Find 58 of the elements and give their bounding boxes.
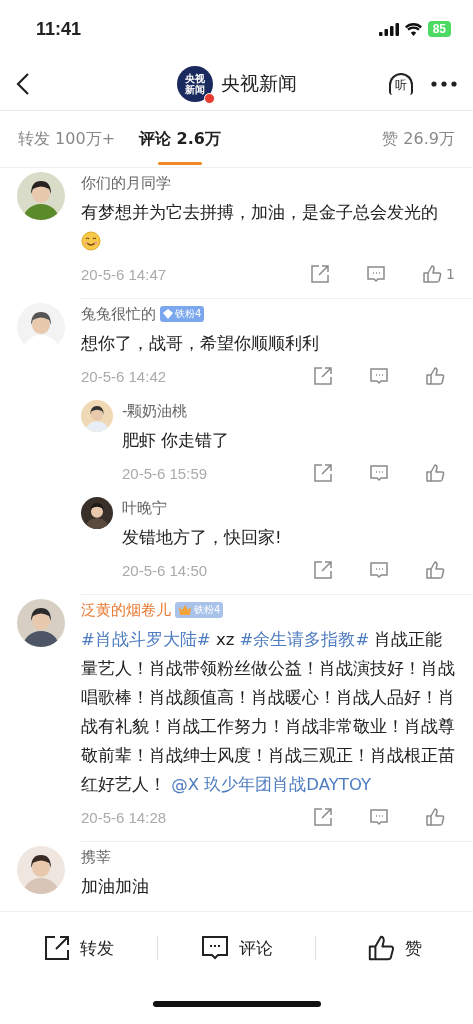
clock-time: 11:41 — [36, 18, 82, 40]
comment-text: 想你了，战哥，希望你顺顺利利 — [81, 333, 320, 355]
user-name[interactable]: -颗奶油桃 — [122, 402, 188, 420]
tab[interactable]: 评论 2.6万 — [139, 114, 221, 164]
comment-text: 有梦想并为它去拼搏，加油，是金子总会发光的 — [81, 198, 455, 256]
crown-icon — [178, 603, 192, 617]
thumbs-up-icon[interactable] — [425, 560, 445, 580]
thumbs-up-icon[interactable] — [425, 463, 445, 483]
comment-icon[interactable] — [369, 366, 389, 386]
comment-text: 发错地方了，快回家! — [122, 527, 283, 549]
user-name[interactable]: 兔兔很忙的 — [81, 303, 156, 325]
like-count: 1 — [446, 266, 455, 282]
like-button[interactable]: 赞 — [316, 933, 473, 963]
battery-indicator: 85 — [427, 21, 451, 37]
share-icon[interactable] — [313, 463, 333, 483]
share-icon — [43, 935, 70, 961]
comment-time: 20-5-6 14:47 — [81, 265, 167, 283]
comment-time: 20-5-6 14:42 — [81, 367, 167, 385]
user-name[interactable]: 携莘 — [81, 846, 111, 868]
comment-icon[interactable] — [369, 463, 389, 483]
comment-text: 加油加油 — [81, 876, 150, 898]
comment-button[interactable]: 评论 — [158, 934, 315, 962]
comment-icon — [200, 935, 229, 961]
comment-text: #肖战斗罗大陆# xz #余生请多指教# 肖战正能量艺人！肖战带领粉丝做公益！肖战演技好！肖战唱歌棒！肖战颜值高！肖战暖心！肖战人品好！肖战有礼貌！肖战工作努力！肖战非常敬业！肖战尊敬前辈！肖战绅士风度！肖战三观正！肖战根正苗红好艺人！ @X 玖少年团肖战DAYTOY — [81, 629, 455, 796]
more-icon[interactable] — [431, 81, 457, 87]
share-icon[interactable] — [313, 560, 333, 580]
signal-icon — [378, 22, 399, 36]
fan-badge: 铁粉4 — [160, 306, 205, 322]
link[interactable]: @X 玖少年团肖战DAYTOY — [171, 775, 372, 794]
comment-time: 20-5-6 14:50 — [122, 561, 208, 579]
comment-icon[interactable] — [369, 560, 389, 580]
fan-badge: 铁粉4 — [175, 602, 224, 618]
share-button[interactable]: 转发 — [0, 934, 157, 962]
link[interactable]: #余生请多指教# — [239, 630, 370, 649]
comment-icon[interactable] — [366, 264, 387, 284]
link[interactable]: #肖战斗罗大陆# — [81, 630, 211, 649]
comment-text: 肥虾 你走错了 — [122, 430, 231, 452]
page-title: 央视新闻 — [220, 71, 297, 96]
comment-time: 20-5-6 15:59 — [122, 464, 208, 482]
thumbs-up-icon[interactable] — [425, 366, 445, 386]
thumbs-up-icon — [367, 934, 395, 962]
user-name[interactable]: 你们的月同学 — [81, 172, 171, 194]
thumbs-up-icon[interactable] — [425, 807, 445, 827]
smile-emoji-icon — [81, 231, 101, 251]
comment-icon[interactable] — [369, 807, 389, 827]
thumbs-up-icon[interactable] — [422, 264, 443, 284]
logo: 央视 新闻 — [176, 66, 213, 102]
share-icon[interactable] — [313, 807, 333, 827]
diamond-icon — [163, 309, 173, 319]
user-name[interactable]: 叶晚宁 — [122, 499, 167, 517]
listen-button[interactable]: 听 — [389, 73, 413, 95]
tab[interactable]: 赞 26.9万 — [382, 114, 455, 164]
comment-time: 20-5-6 14:28 — [81, 808, 167, 826]
share-icon[interactable] — [313, 366, 333, 386]
back-icon[interactable] — [16, 72, 30, 96]
tab[interactable]: 转发 100万+ — [18, 114, 116, 164]
share-icon[interactable] — [310, 264, 331, 284]
wifi-icon — [404, 22, 422, 36]
